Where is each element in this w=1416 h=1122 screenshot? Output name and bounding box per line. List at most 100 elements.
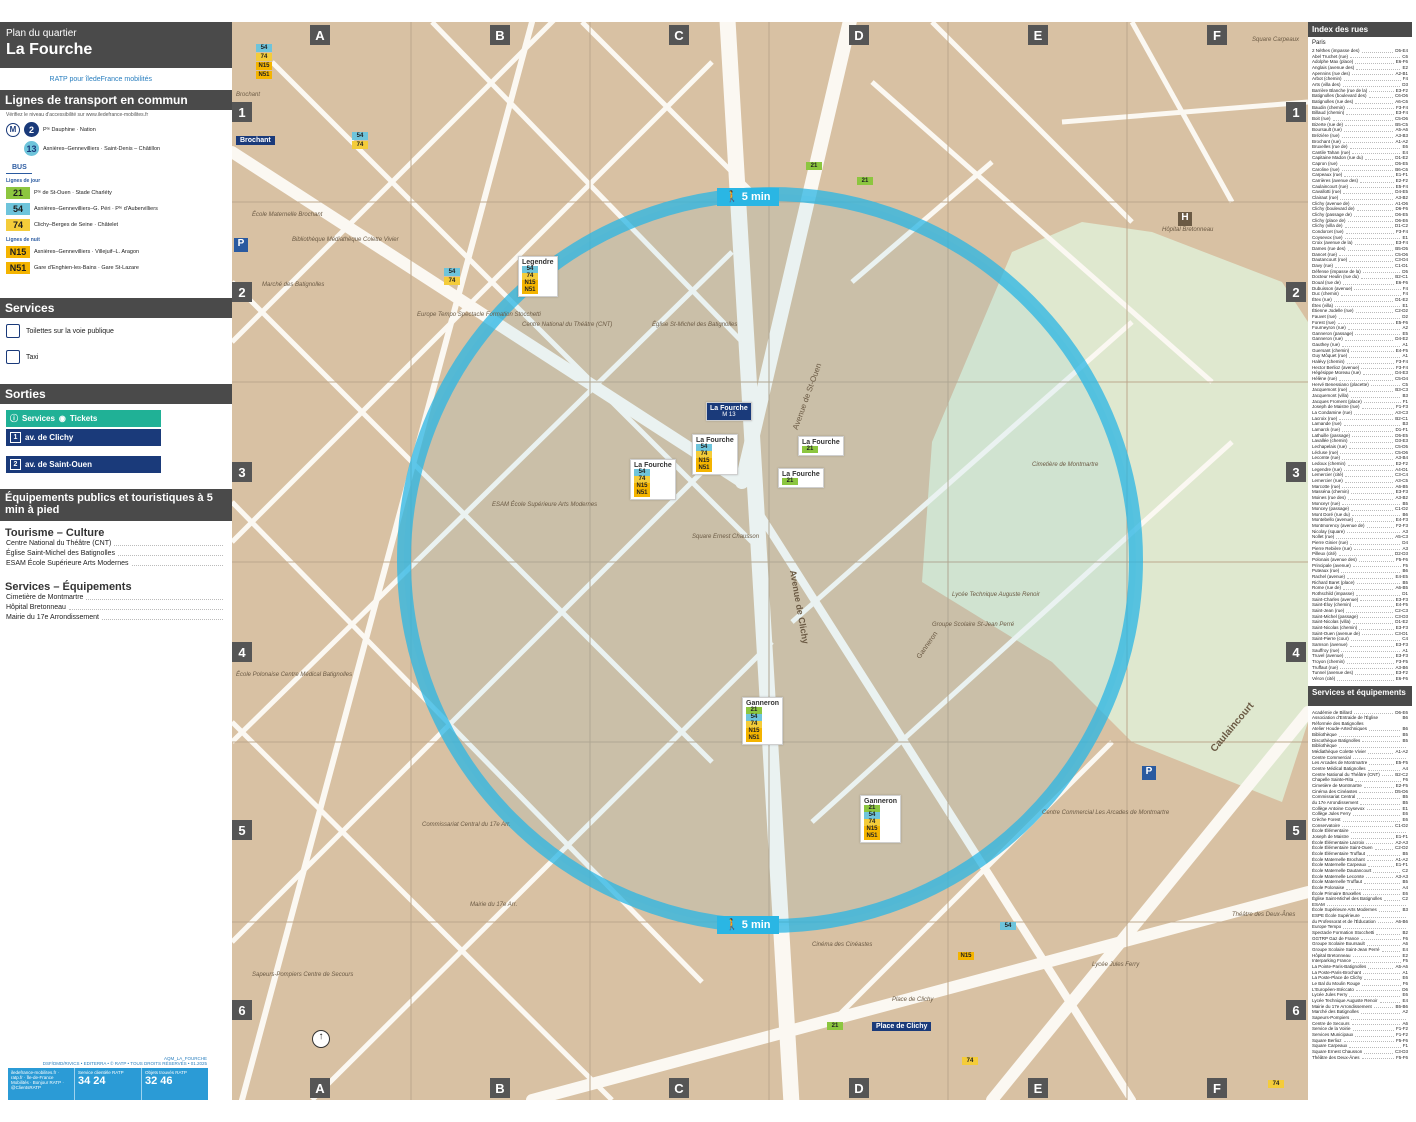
index-leader-dots	[1354, 240, 1394, 245]
bus-stop-ganneron-b[interactable]: Ganneron 21 54 74 N15 N51	[860, 795, 902, 843]
index-leader-dots	[1343, 127, 1394, 132]
index-leader-dots	[1339, 376, 1393, 381]
bus-stop-tag[interactable]: 21	[857, 177, 873, 185]
services-list: Académie de Billard D6-E6 Association d'En…	[1308, 710, 1412, 1061]
bus-stop-tag[interactable]: 21	[806, 162, 822, 170]
index-leader-dots	[1336, 534, 1394, 540]
map-label: Square Ernest Chausson	[692, 534, 760, 540]
index-leader-dots	[1362, 269, 1401, 274]
bus-destination: Asnières–Gennevilliers · Villejuif–L. Ar…	[34, 249, 140, 255]
bus-stop-tag[interactable]: N15	[256, 62, 272, 70]
boulevard-des-batignolles	[526, 886, 1308, 1100]
exit-number: 2	[10, 459, 21, 470]
bus-stop-tag[interactable]: N51	[256, 71, 272, 79]
bus-stop-tag[interactable]: 74	[352, 141, 368, 149]
index-leader-dots	[1351, 1015, 1406, 1020]
index-leader-dots	[1346, 110, 1394, 115]
bus-stop-tag[interactable]: 54	[444, 268, 460, 276]
index-leader-dots	[1357, 794, 1401, 799]
index-leader-dots	[1349, 992, 1401, 997]
bus-stop-la-fourche-d[interactable]: La Fourche 21	[778, 468, 824, 488]
bus-stop-legendre[interactable]: Legendre 54 74 N15 N51	[518, 256, 558, 297]
bus-stop-la-fourche-c[interactable]: La Fourche 21	[798, 436, 844, 456]
bus-stop-tag[interactable]: 74	[962, 1057, 978, 1065]
station-name: La Fourche	[710, 405, 748, 412]
index-leader-dots	[1360, 614, 1393, 619]
street-index: Index des rues Paris 2 Nèthes (impasse d…	[1308, 22, 1412, 1100]
bus-stop-ganneron-a[interactable]: Ganneron 21 54 74 N15 N51	[742, 697, 784, 745]
index-leader-dots	[1339, 252, 1393, 257]
web-links: iledefrance-mobilites.fr · ratp.fr · Île…	[11, 1070, 64, 1090]
index-leader-dots	[1348, 444, 1393, 449]
index-leader-dots	[1349, 642, 1394, 647]
operator-logo-text: RATP pour îledeFrance mobilités	[49, 75, 152, 83]
index-leader-dots	[1361, 404, 1394, 409]
services-index-heading: Services et équipements	[1308, 685, 1412, 706]
index-leader-dots	[1346, 659, 1394, 664]
exit-1: 1 av. de Clichy	[6, 429, 161, 446]
bus-stop-la-fourche-a[interactable]: La Fourche 54 74 N15 N51	[692, 434, 738, 475]
index-grid-ref: E6-F6	[1395, 675, 1408, 681]
exit-tickets-label: Tickets	[69, 414, 98, 423]
bus-line-badge: 54	[6, 203, 30, 215]
index-leader-dots	[1340, 195, 1394, 200]
index-leader-dots	[1341, 133, 1394, 138]
bus-stop-tag[interactable]: 21	[827, 1022, 843, 1030]
metro-station-brochant[interactable]: Brochant	[236, 136, 275, 145]
grid-col-label: E	[1028, 1078, 1048, 1098]
bus-stop-tag[interactable]: N15	[958, 952, 974, 960]
walk-time-label-top: 🚶 5 min	[717, 188, 779, 206]
index-leader-dots	[1373, 1004, 1394, 1009]
index-leader-dots	[1349, 257, 1393, 262]
index-leader-dots	[1364, 1049, 1393, 1054]
map-label: Cimetière de Montmartre	[1032, 462, 1099, 468]
bus-stop-tag[interactable]: 54	[256, 44, 272, 52]
index-leader-dots	[1359, 625, 1394, 630]
index-leader-dots	[1338, 314, 1401, 319]
grid-row-label: 6	[232, 1000, 252, 1020]
metro-station-place-de-clichy[interactable]: Place de Clichy	[872, 1022, 932, 1031]
exit-services-tickets: ⓘ Services ◉ Tickets	[6, 410, 161, 427]
index-leader-dots	[1362, 981, 1401, 986]
info-icon: ⓘ	[10, 414, 18, 423]
bus-line-21: 21 Pᵗᵉ de St-Ouen · Stade Charléty	[0, 185, 232, 201]
index-leader-dots	[1338, 743, 1406, 749]
taxi-icon	[6, 350, 20, 364]
index-leader-dots	[1362, 370, 1394, 376]
facility-item: Église Saint-Michel des Batignolles	[0, 549, 232, 559]
street-map[interactable]: A B C D E F A B C D E F 1 2 3 4 5 6 1 2 …	[232, 22, 1308, 1100]
map-label: Théâtre des Deux-Ânes	[1232, 912, 1296, 918]
bus-stop-tag[interactable]: 54	[352, 132, 368, 140]
map-label: Europe Tempo Spectacle Formation Stocche…	[417, 312, 541, 318]
index-leader-dots	[1355, 517, 1394, 523]
bus-stop-tag[interactable]: 54	[1000, 922, 1016, 930]
bus-stop-tag[interactable]: 74	[1268, 1080, 1284, 1088]
index-leader-dots	[1345, 122, 1394, 127]
bus-line-badge: 74	[522, 273, 538, 280]
bus-stop-la-fourche-b[interactable]: La Fourche 54 74 N15 N51	[630, 459, 676, 500]
index-leader-dots	[1352, 150, 1401, 155]
bus-stop-tag[interactable]: 74	[444, 277, 460, 285]
stop-name: Ganneron	[746, 700, 780, 707]
bus-line-badge: N51	[522, 287, 538, 294]
index-entry-name: Véron (cité)	[1312, 675, 1336, 681]
index-leader-dots	[1344, 223, 1393, 228]
map-label: Centre Commercial Les Arcades de Montmar…	[1042, 810, 1170, 816]
index-leader-dots	[1346, 885, 1401, 890]
toilet-icon	[6, 324, 20, 338]
index-leader-dots	[1360, 800, 1401, 805]
walk-time-text: 5 min	[741, 919, 771, 931]
walking-radius-circle	[397, 187, 1143, 933]
index-leader-dots	[1370, 382, 1401, 387]
bus-stop-tag[interactable]: 74	[256, 53, 272, 61]
index-leader-dots	[1346, 529, 1401, 534]
index-leader-dots	[1346, 608, 1393, 613]
header-subtitle: Plan du quartier	[6, 28, 77, 39]
main-metro-station[interactable]: La Fourche M 13	[706, 402, 752, 421]
index-leader-dots	[1360, 936, 1401, 941]
index-leader-dots	[1351, 1021, 1401, 1026]
lost-found: Objets trouvés RATP 32 46	[141, 1068, 208, 1100]
index-leader-dots	[1374, 845, 1393, 850]
grid-row-label: 3	[232, 462, 252, 482]
index-grid-ref: B6	[1402, 715, 1408, 721]
